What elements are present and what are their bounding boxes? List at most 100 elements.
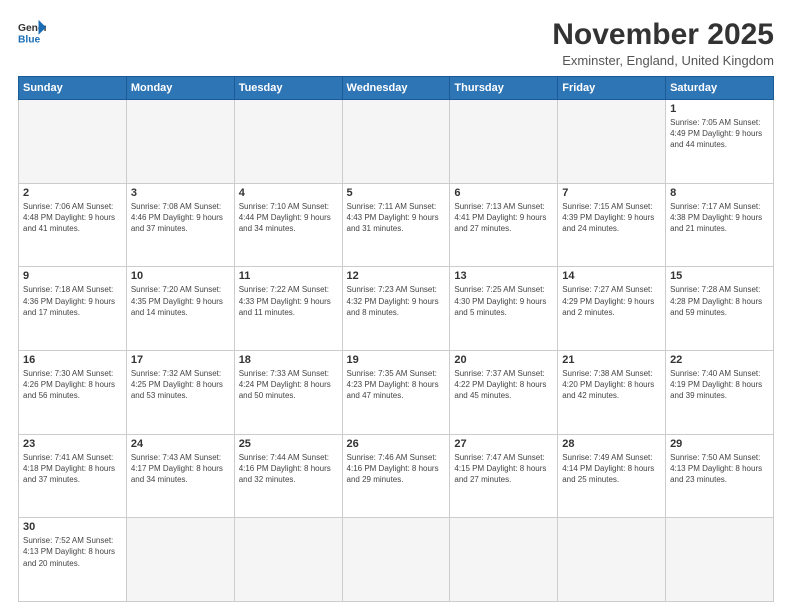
calendar-week-row: 16 Sunrise: 7:30 AM Sunset: 4:26 PM Dayli… (19, 350, 774, 434)
calendar-cell: 10Sunrise: 7:20 AM Sunset: 4:35 PM Dayli… (126, 267, 234, 351)
day-info: Sunrise: 7:52 AM Sunset: 4:13 PM Dayligh… (23, 535, 122, 569)
calendar-cell: 12 Sunrise: 7:23 AM Sunset: 4:32 PM Dayli… (342, 267, 450, 351)
day-info: Sunrise: 7:43 AM Sunset: 4:17 PM Dayligh… (131, 452, 230, 486)
day-number: 3 (131, 187, 230, 199)
calendar-cell: 24 Sunrise: 7:43 AM Sunset: 4:17 PM Dayli… (126, 434, 234, 518)
calendar-cell: 17 Sunrise: 7:32 AM Sunset: 4:25 PM Dayli… (126, 350, 234, 434)
weekday-header-saturday: Saturday (666, 77, 774, 100)
day-info: Sunrise: 7:28 AM Sunset: 4:28 PM Dayligh… (670, 284, 769, 318)
calendar-cell (558, 100, 666, 184)
day-info: Sunrise: 7:49 AM Sunset: 4:14 PM Dayligh… (562, 452, 661, 486)
calendar-cell: 19Sunrise: 7:35 AM Sunset: 4:23 PM Dayli… (342, 350, 450, 434)
calendar-cell (234, 518, 342, 602)
day-info: Sunrise: 7:22 AM Sunset: 4:33 PM Dayligh… (239, 284, 338, 318)
calendar-week-row: 23 Sunrise: 7:41 AM Sunset: 4:18 PM Dayli… (19, 434, 774, 518)
calendar-cell: 15 Sunrise: 7:28 AM Sunset: 4:28 PM Dayli… (666, 267, 774, 351)
title-block: November 2025 Exminster, England, United… (552, 18, 774, 68)
day-info: Sunrise: 7:11 AM Sunset: 4:43 PM Dayligh… (347, 201, 446, 235)
day-info: Sunrise: 7:23 AM Sunset: 4:32 PM Dayligh… (347, 284, 446, 318)
calendar-cell (450, 518, 558, 602)
day-info: Sunrise: 7:41 AM Sunset: 4:18 PM Dayligh… (23, 452, 122, 486)
calendar-cell: 30Sunrise: 7:52 AM Sunset: 4:13 PM Dayli… (19, 518, 127, 602)
generalblue-logo-icon: General Blue (18, 18, 46, 46)
calendar-cell (342, 100, 450, 184)
calendar-cell (558, 518, 666, 602)
calendar-week-row: 9Sunrise: 7:18 AM Sunset: 4:36 PM Daylig… (19, 267, 774, 351)
day-number: 14 (562, 270, 661, 282)
page: General Blue November 2025 Exminster, En… (0, 0, 792, 612)
day-info: Sunrise: 7:17 AM Sunset: 4:38 PM Dayligh… (670, 201, 769, 235)
calendar-cell (450, 100, 558, 184)
day-number: 28 (562, 438, 661, 450)
day-info: Sunrise: 7:32 AM Sunset: 4:25 PM Dayligh… (131, 368, 230, 402)
calendar-cell (666, 518, 774, 602)
svg-text:Blue: Blue (18, 34, 41, 45)
day-number: 11 (239, 270, 338, 282)
calendar-cell: 8 Sunrise: 7:17 AM Sunset: 4:38 PM Daylig… (666, 183, 774, 267)
day-info: Sunrise: 7:08 AM Sunset: 4:46 PM Dayligh… (131, 201, 230, 235)
calendar-cell (126, 100, 234, 184)
day-info: Sunrise: 7:33 AM Sunset: 4:24 PM Dayligh… (239, 368, 338, 402)
calendar-cell: 1Sunrise: 7:05 AM Sunset: 4:49 PM Daylig… (666, 100, 774, 184)
day-info: Sunrise: 7:30 AM Sunset: 4:26 PM Dayligh… (23, 368, 122, 402)
day-number: 25 (239, 438, 338, 450)
calendar-cell (126, 518, 234, 602)
calendar-cell: 27 Sunrise: 7:47 AM Sunset: 4:15 PM Dayli… (450, 434, 558, 518)
day-info: Sunrise: 7:37 AM Sunset: 4:22 PM Dayligh… (454, 368, 553, 402)
day-number: 17 (131, 354, 230, 366)
calendar-cell: 20Sunrise: 7:37 AM Sunset: 4:22 PM Dayli… (450, 350, 558, 434)
day-number: 24 (131, 438, 230, 450)
calendar-cell: 22 Sunrise: 7:40 AM Sunset: 4:19 PM Dayli… (666, 350, 774, 434)
calendar-cell: 21Sunrise: 7:38 AM Sunset: 4:20 PM Dayli… (558, 350, 666, 434)
day-number: 4 (239, 187, 338, 199)
calendar-cell: 9Sunrise: 7:18 AM Sunset: 4:36 PM Daylig… (19, 267, 127, 351)
weekday-header-friday: Friday (558, 77, 666, 100)
day-number: 29 (670, 438, 769, 450)
day-number: 15 (670, 270, 769, 282)
weekday-header-row: SundayMondayTuesdayWednesdayThursdayFrid… (19, 77, 774, 100)
day-info: Sunrise: 7:15 AM Sunset: 4:39 PM Dayligh… (562, 201, 661, 235)
page-title: November 2025 (552, 18, 774, 51)
day-info: Sunrise: 7:05 AM Sunset: 4:49 PM Dayligh… (670, 117, 769, 151)
day-info: Sunrise: 7:25 AM Sunset: 4:30 PM Dayligh… (454, 284, 553, 318)
calendar-week-row: 30Sunrise: 7:52 AM Sunset: 4:13 PM Dayli… (19, 518, 774, 602)
day-number: 23 (23, 438, 122, 450)
calendar-cell (342, 518, 450, 602)
weekday-header-tuesday: Tuesday (234, 77, 342, 100)
calendar-cell: 7 Sunrise: 7:15 AM Sunset: 4:39 PM Daylig… (558, 183, 666, 267)
day-info: Sunrise: 7:44 AM Sunset: 4:16 PM Dayligh… (239, 452, 338, 486)
day-info: Sunrise: 7:46 AM Sunset: 4:16 PM Dayligh… (347, 452, 446, 486)
logo: General Blue (18, 18, 46, 46)
calendar-cell: 23 Sunrise: 7:41 AM Sunset: 4:18 PM Dayli… (19, 434, 127, 518)
calendar-cell: 2Sunrise: 7:06 AM Sunset: 4:48 PM Daylig… (19, 183, 127, 267)
weekday-header-thursday: Thursday (450, 77, 558, 100)
day-number: 22 (670, 354, 769, 366)
calendar-cell: 5Sunrise: 7:11 AM Sunset: 4:43 PM Daylig… (342, 183, 450, 267)
calendar-cell: 6Sunrise: 7:13 AM Sunset: 4:41 PM Daylig… (450, 183, 558, 267)
day-number: 27 (454, 438, 553, 450)
day-info: Sunrise: 7:10 AM Sunset: 4:44 PM Dayligh… (239, 201, 338, 235)
calendar-week-row: 2Sunrise: 7:06 AM Sunset: 4:48 PM Daylig… (19, 183, 774, 267)
calendar-cell: 26 Sunrise: 7:46 AM Sunset: 4:16 PM Dayli… (342, 434, 450, 518)
day-number: 26 (347, 438, 446, 450)
day-number: 16 (23, 354, 122, 366)
day-number: 12 (347, 270, 446, 282)
day-number: 2 (23, 187, 122, 199)
calendar-cell: 16 Sunrise: 7:30 AM Sunset: 4:26 PM Dayli… (19, 350, 127, 434)
calendar-cell: 29Sunrise: 7:50 AM Sunset: 4:13 PM Dayli… (666, 434, 774, 518)
day-info: Sunrise: 7:27 AM Sunset: 4:29 PM Dayligh… (562, 284, 661, 318)
calendar-cell: 4 Sunrise: 7:10 AM Sunset: 4:44 PM Daylig… (234, 183, 342, 267)
day-number: 18 (239, 354, 338, 366)
day-info: Sunrise: 7:35 AM Sunset: 4:23 PM Dayligh… (347, 368, 446, 402)
day-number: 6 (454, 187, 553, 199)
day-number: 8 (670, 187, 769, 199)
day-number: 7 (562, 187, 661, 199)
calendar-cell: 28 Sunrise: 7:49 AM Sunset: 4:14 PM Dayli… (558, 434, 666, 518)
day-info: Sunrise: 7:47 AM Sunset: 4:15 PM Dayligh… (454, 452, 553, 486)
day-info: Sunrise: 7:18 AM Sunset: 4:36 PM Dayligh… (23, 284, 122, 318)
weekday-header-wednesday: Wednesday (342, 77, 450, 100)
day-number: 10 (131, 270, 230, 282)
calendar-cell (19, 100, 127, 184)
page-subtitle: Exminster, England, United Kingdom (552, 53, 774, 68)
day-info: Sunrise: 7:40 AM Sunset: 4:19 PM Dayligh… (670, 368, 769, 402)
